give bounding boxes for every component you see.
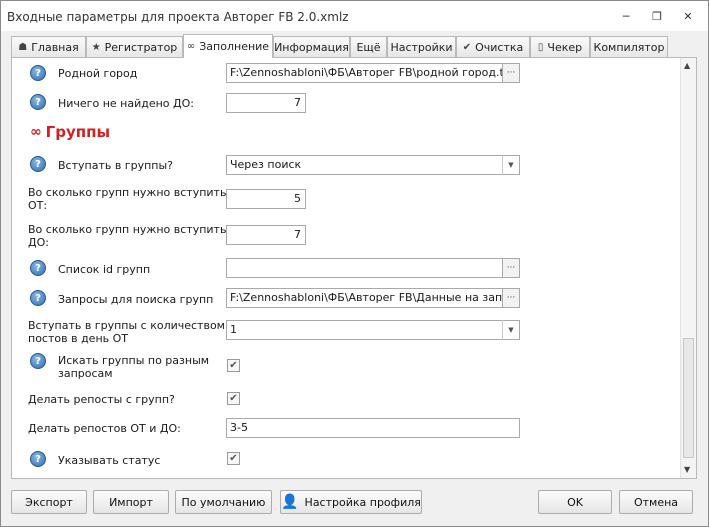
ok-button[interactable]: OK xyxy=(538,490,612,514)
reposts-range-input[interactable]: 3-5 xyxy=(226,418,520,438)
tab-compiler[interactable]: Компилятор xyxy=(590,36,668,57)
export-button[interactable]: Экспорт xyxy=(11,490,87,514)
tab-information[interactable]: Информация xyxy=(273,36,350,57)
help-icon[interactable]: ? xyxy=(30,65,46,81)
set-status-checkbox[interactable]: ✔ xyxy=(227,452,240,465)
nothing-found-label: Ничего не найдено ДО: xyxy=(58,97,194,110)
tab-label: Регистратор xyxy=(104,40,178,54)
help-icon[interactable]: ? xyxy=(30,353,46,369)
help-icon[interactable]: ? xyxy=(30,290,46,306)
group-queries-field[interactable]: F:\Zennoshabloni\ФБ\Авторег FB\Данные на… xyxy=(226,288,503,308)
profile-settings-label: Настройка профиля xyxy=(304,495,421,509)
browse-home-city-button[interactable]: ··· xyxy=(502,63,520,83)
tab-filling[interactable]: ∞ Заполнение xyxy=(183,34,273,58)
join-groups-label: Вступать в группы? xyxy=(58,159,173,172)
home-city-field[interactable]: F:\Zennoshabloni\ФБ\Авторег FB\родной го… xyxy=(226,63,503,83)
search-different-checkbox[interactable]: ✔ xyxy=(227,359,240,372)
restore-icon[interactable]: ❐ xyxy=(646,7,668,25)
chevron-down-icon[interactable]: ▼ xyxy=(502,155,519,175)
groups-to-input[interactable]: 7 xyxy=(226,225,306,245)
window-title: Входные параметры для проекта Авторег FB… xyxy=(7,10,349,24)
infinity-icon: ∞ xyxy=(30,124,42,140)
scroll-up-icon[interactable]: ▲ xyxy=(684,61,690,70)
groups-from-label: Во сколько групп нужно вступить xyxy=(28,186,227,199)
tab-label: Чекер xyxy=(547,40,583,54)
title-bar[interactable]: Входные параметры для проекта Авторег FB… xyxy=(1,1,708,31)
scroll-down-icon[interactable]: ▼ xyxy=(684,465,690,474)
minimize-icon[interactable]: ─ xyxy=(615,7,637,25)
settings-panel: ? Родной город F:\Zennoshabloni\ФБ\Автор… xyxy=(11,57,697,479)
group-queries-label: Запросы для поиска групп xyxy=(58,293,214,306)
group-ids-field[interactable] xyxy=(226,258,503,278)
document-icon: ▯ xyxy=(537,41,544,53)
group-ids-label: Список id групп xyxy=(58,263,151,276)
tab-label: Главная xyxy=(31,40,79,54)
search-different-label-suffix: запросам xyxy=(58,367,113,380)
dialog-window: Входные параметры для проекта Авторег FB… xyxy=(0,0,709,527)
tab-bar: ☗ Главная ★ Регистратор ∞ Заполнение Инф… xyxy=(11,34,701,58)
home-icon: ☗ xyxy=(18,41,28,53)
close-icon[interactable]: ✕ xyxy=(677,7,699,25)
set-status-label: Указывать статус xyxy=(58,454,161,467)
groups-section-title: ∞ Группы xyxy=(30,123,110,141)
reposts-checkbox[interactable]: ✔ xyxy=(227,392,240,405)
reposts-range-label: Делать репостов ОТ и ДО: xyxy=(28,422,181,435)
help-icon[interactable]: ? xyxy=(30,451,46,467)
tab-checker[interactable]: ▯ Чекер xyxy=(530,36,590,57)
tab-label: Ещё xyxy=(356,40,381,54)
chevron-down-icon[interactable]: ▼ xyxy=(502,320,519,340)
tab-settings[interactable]: Настройки xyxy=(387,36,456,57)
defaults-button[interactable]: По умолчанию xyxy=(175,490,272,514)
reposts-label: Делать репосты с групп? xyxy=(28,393,175,406)
tab-more[interactable]: Ещё xyxy=(350,36,387,57)
search-different-label: Искать группы по разным xyxy=(58,354,210,367)
vertical-scrollbar[interactable]: ▲ ▼ xyxy=(680,58,696,478)
scrollbar-thumb[interactable] xyxy=(683,338,694,458)
help-icon[interactable]: ? xyxy=(30,260,46,276)
star-icon: ★ xyxy=(91,41,101,53)
help-icon[interactable]: ? xyxy=(30,156,46,172)
section-title-text: Группы xyxy=(45,123,111,141)
posts-per-day-label-suffix: постов в день ОТ xyxy=(28,332,128,345)
browse-group-ids-button[interactable]: ··· xyxy=(502,258,520,278)
join-groups-select[interactable]: Через поиск xyxy=(226,155,520,175)
tab-cleanup[interactable]: ✔ Очистка xyxy=(456,36,530,57)
tab-label: Заполнение xyxy=(199,40,270,53)
infinity-icon: ∞ xyxy=(186,41,196,52)
nothing-found-input[interactable]: 7 xyxy=(226,93,306,113)
groups-to-label-suffix: ДО: xyxy=(28,236,49,249)
groups-to-label: Во сколько групп нужно вступить xyxy=(28,223,227,236)
home-city-label: Родной город xyxy=(58,67,138,80)
browse-group-queries-button[interactable]: ··· xyxy=(502,288,520,308)
posts-per-day-label: Вступать в группы с количеством xyxy=(28,319,225,332)
tab-registrator[interactable]: ★ Регистратор xyxy=(86,36,183,57)
tab-label: Очистка xyxy=(475,40,524,54)
check-icon: ✔ xyxy=(462,41,472,53)
tab-label: Информация xyxy=(274,40,349,54)
profile-settings-button[interactable]: 👤 Настройка профиля xyxy=(280,490,422,514)
cancel-button[interactable]: Отмена xyxy=(619,490,693,514)
posts-per-day-select[interactable]: 1 xyxy=(226,320,520,340)
groups-from-label-suffix: ОТ: xyxy=(28,199,48,212)
tab-label: Настройки xyxy=(390,40,453,54)
groups-from-input[interactable]: 5 xyxy=(226,189,306,209)
user-icon: 👤 xyxy=(281,494,299,510)
help-icon[interactable]: ? xyxy=(30,94,46,110)
import-button[interactable]: Импорт xyxy=(93,490,169,514)
tab-main[interactable]: ☗ Главная xyxy=(11,36,86,57)
tab-label: Компилятор xyxy=(593,40,665,54)
